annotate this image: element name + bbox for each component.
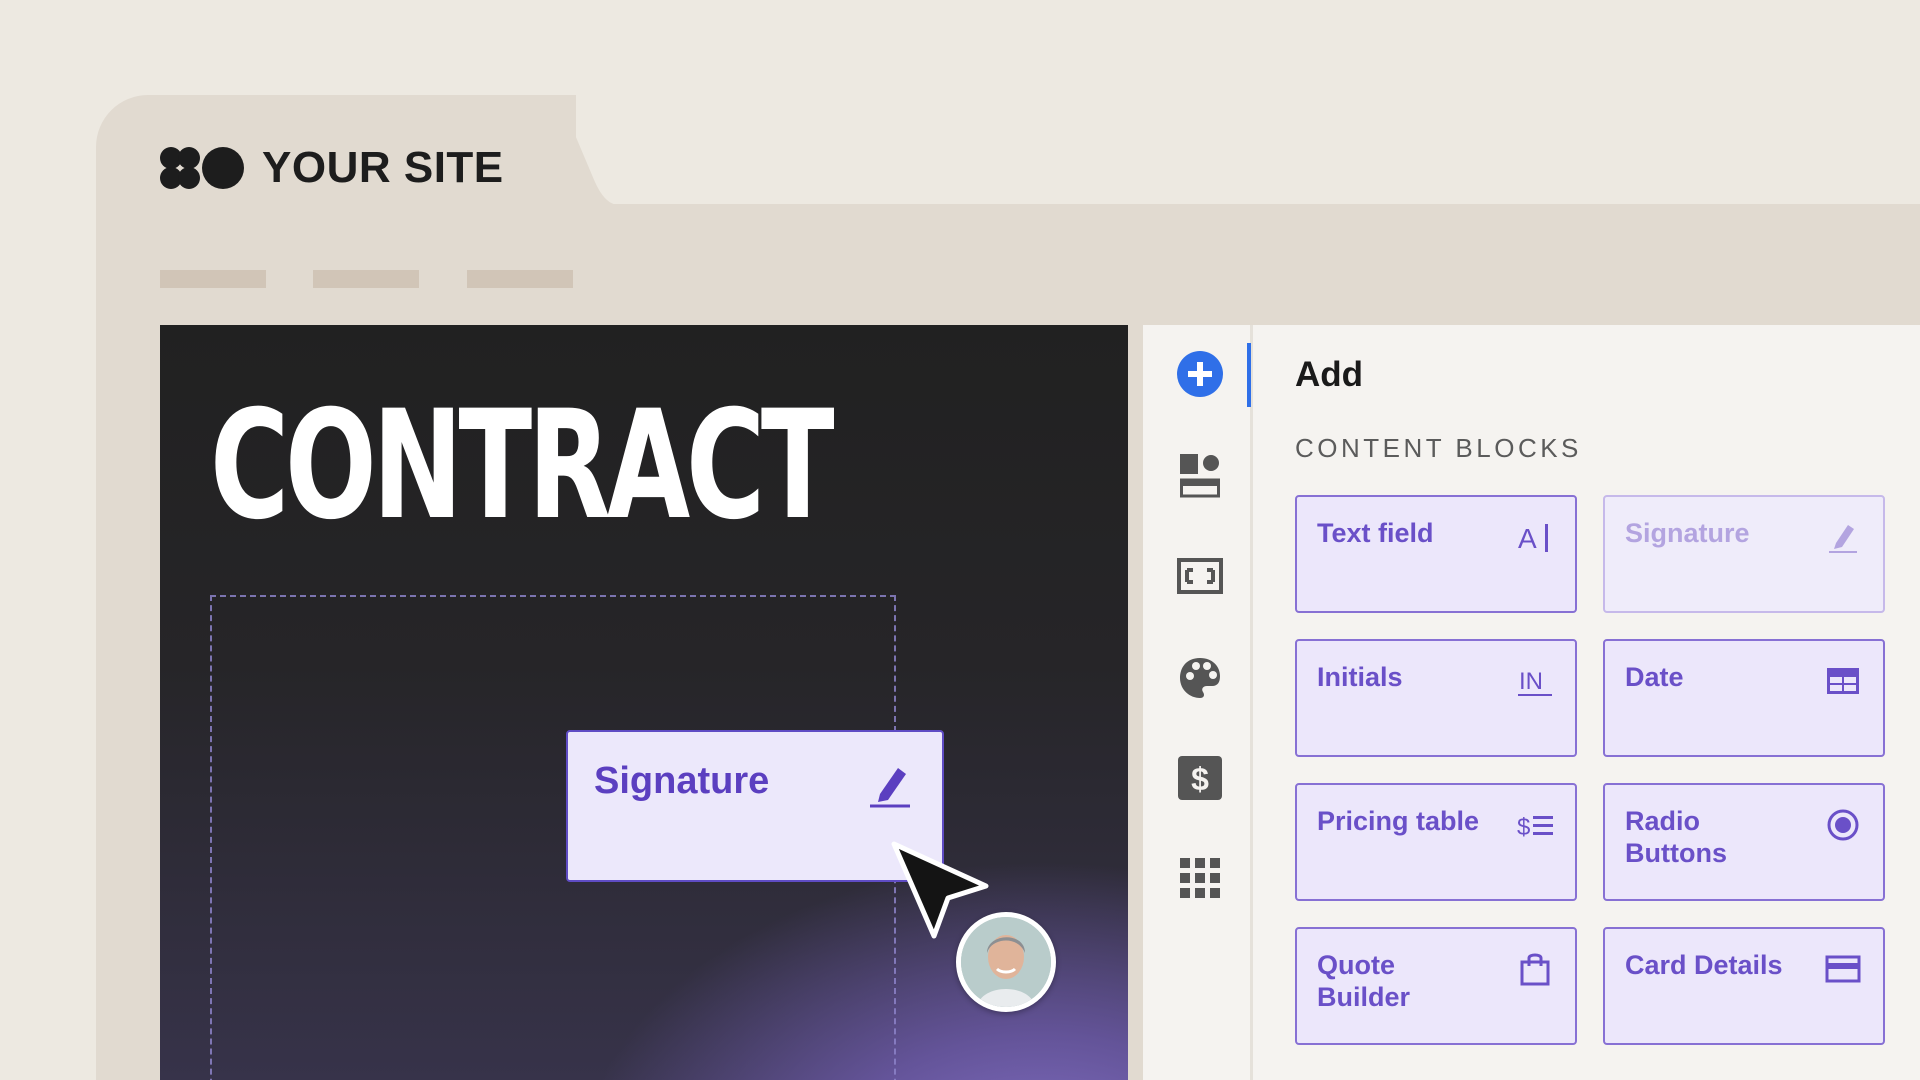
rail-active-indicator <box>1247 343 1251 407</box>
tool-rail: $ <box>1143 325 1253 1080</box>
block-text-field[interactable]: Text field A <box>1295 495 1577 613</box>
tab-curve <box>500 95 620 207</box>
rail-theme[interactable] <box>1177 655 1223 701</box>
rail-apps[interactable] <box>1177 855 1223 901</box>
svg-text:$: $ <box>1191 761 1209 797</box>
user-avatar <box>956 912 1056 1012</box>
panel-title: Add <box>1295 355 1364 394</box>
block-label: Date <box>1625 662 1684 692</box>
contract-title: CONTRACT <box>210 379 835 553</box>
media-icon <box>1177 558 1223 594</box>
dollar-icon: $ <box>1178 756 1222 800</box>
block-label: Signature <box>1625 518 1750 548</box>
grid-icon <box>1180 858 1220 898</box>
svg-text:A: A <box>1518 523 1537 552</box>
block-signature[interactable]: Signature <box>1603 495 1885 613</box>
rail-pricing[interactable]: $ <box>1177 755 1223 801</box>
initials-icon: IN <box>1517 663 1553 699</box>
block-label: Quote Builder <box>1317 950 1411 1012</box>
add-icon <box>1177 351 1223 397</box>
block-label: Radio Buttons <box>1625 806 1727 868</box>
svg-text:$: $ <box>1517 814 1530 839</box>
add-panel: $ Add CONTENT BLOCKS Text field A Signat… <box>1143 325 1920 1080</box>
nav-placeholder-1[interactable] <box>160 270 266 288</box>
rail-add[interactable] <box>1177 351 1223 397</box>
rail-layout[interactable] <box>1177 453 1223 499</box>
block-label: Card Details <box>1625 950 1783 980</box>
text-cursor-icon: A <box>1517 519 1553 555</box>
block-label: Pricing table <box>1317 806 1480 836</box>
rail-media[interactable] <box>1177 553 1223 599</box>
pen-sign-icon <box>870 768 910 808</box>
credit-card-icon <box>1825 951 1861 987</box>
calendar-table-icon <box>1825 663 1861 699</box>
block-initials[interactable]: Initials IN <box>1295 639 1577 757</box>
person-portrait-icon <box>961 917 1051 1007</box>
block-quote-builder[interactable]: Quote Builder <box>1295 927 1577 1045</box>
dragged-signature-block[interactable]: Signature <box>566 730 944 882</box>
pen-sign-icon <box>1825 519 1861 555</box>
bag-icon <box>1517 951 1553 987</box>
block-date[interactable]: Date <box>1603 639 1885 757</box>
block-label: Initials <box>1317 662 1403 692</box>
block-label: Text field <box>1317 518 1434 548</box>
palette-icon <box>1180 658 1220 698</box>
nav-placeholder-3[interactable] <box>467 270 573 288</box>
block-radio-buttons[interactable]: Radio Buttons <box>1603 783 1885 901</box>
site-name: YOUR SITE <box>262 143 504 192</box>
layout-icon <box>1180 454 1220 498</box>
clover-circle-logo-icon <box>160 147 244 189</box>
radio-icon <box>1825 807 1861 843</box>
site-logo[interactable]: YOUR SITE <box>158 143 504 193</box>
content-blocks-heading: CONTENT BLOCKS <box>1295 433 1582 463</box>
nav-placeholder-2[interactable] <box>313 270 419 288</box>
signature-block-label: Signature <box>594 760 770 802</box>
block-pricing-table[interactable]: Pricing table $ <box>1295 783 1577 901</box>
price-list-icon: $ <box>1517 807 1553 843</box>
block-card-details[interactable]: Card Details <box>1603 927 1885 1045</box>
svg-text:IN: IN <box>1519 668 1543 695</box>
